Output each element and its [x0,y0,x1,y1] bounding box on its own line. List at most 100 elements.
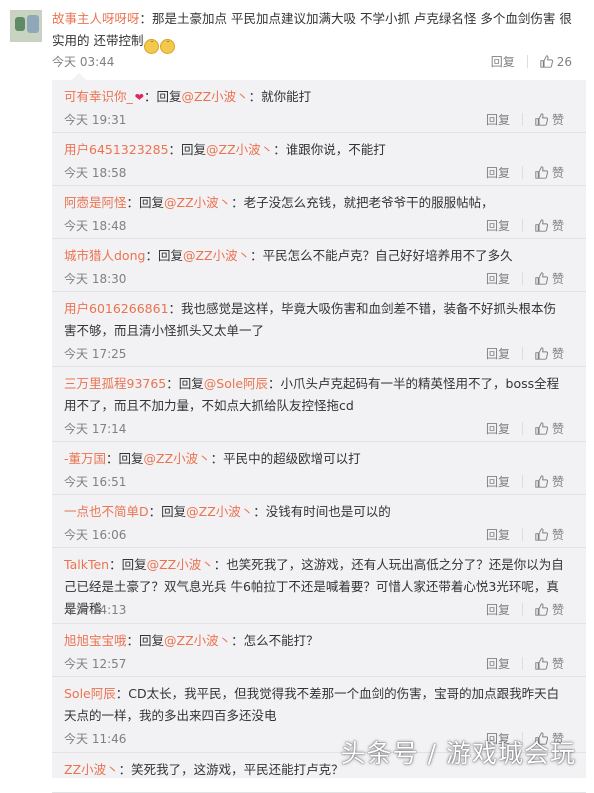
heart-icon: ❤ [134,91,144,104]
reply-item: 用户6016266861：我也感觉是这样，毕竟大吸伤害和血剑差不错，装备不好抓头… [52,292,586,367]
mention-link[interactable]: @ZZ小波丶 [206,142,273,157]
divider [521,475,523,488]
mention-link[interactable]: @ZZ小波丶 [164,195,231,210]
reply-time: 今天 17:25 [64,347,127,361]
like-label: 赞 [551,475,564,489]
reply-prefix: ：回复 [166,376,204,391]
reply-time: 今天 16:06 [64,528,127,542]
reply-body: 城市猎人dong：回复@ZZ小波丶：平民怎么不能卢克？自己好好培养用不了多久 [64,245,564,267]
reply-actions: 回复 赞 [486,655,564,672]
reply-text: ：平民中的超级欧增可以打 [210,451,361,466]
reply-username[interactable]: 用户6451323285 [64,142,169,157]
like-button[interactable]: 赞 [535,473,564,490]
reply-body: 用户6451323285：回复@ZZ小波丶：谁跟你说，不能打 [64,139,564,161]
reply-button[interactable]: 回复 [486,420,510,437]
mention-link[interactable]: @ZZ小波丶 [164,633,231,648]
divider [521,219,523,232]
thumbs-up-icon [535,272,548,285]
reply-body: 阿悫是阿怪：回复@ZZ小波丶：老子没怎么充钱，就把老爷爷干的服服帖帖， [64,192,564,214]
divider [521,272,523,285]
reply-item: 三万里孤程93765：回复@Sole阿辰：小爪头卢克起码有一半的精英怪用不了，b… [52,367,586,442]
like-button[interactable]: 赞 [535,345,564,362]
mention-link[interactable]: @ZZ小波丶 [147,557,214,572]
reply-time: 今天 19:31 [64,113,127,127]
reply-actions: 回复 赞 [486,601,564,618]
watermark: 头条号 / 游戏城会玩 [340,739,576,768]
reply-actions: 回复 赞 [486,473,564,490]
main-comment-username[interactable]: 故事主人呀呀呀 [52,11,140,26]
reply-button[interactable]: 回复 [486,601,510,618]
like-button[interactable]: 赞 [535,420,564,437]
like-button[interactable]: 赞 [535,526,564,543]
divider [521,422,523,435]
like-button[interactable]: 26 [540,55,572,69]
like-label: 赞 [551,113,564,127]
reply-button[interactable]: 回复 [486,526,510,543]
like-button[interactable]: 赞 [535,655,564,672]
reply-body: 一点也不简单D：回复@ZZ小波丶：没钱有时间也是可以的 [64,501,564,523]
thumbs-up-icon [535,422,548,435]
mention-link[interactable]: @Sole阿辰 [204,376,268,391]
like-button[interactable]: 赞 [535,111,564,128]
reply-prefix: ：回复 [145,248,183,263]
reply-username[interactable]: 用户6016266861 [64,301,169,316]
reply-actions: 回复 赞 [486,420,564,437]
reply-item: 一点也不简单D：回复@ZZ小波丶：没钱有时间也是可以的今天 16:06 回复 赞 [52,495,586,548]
reply-actions: 回复 赞 [486,270,564,287]
reply-username[interactable]: Sole阿辰 [64,686,116,701]
reply-button[interactable]: 回复 [486,473,510,490]
mention-link[interactable]: @ZZ小波丶 [182,89,249,104]
reply-actions: 回复 赞 [486,111,564,128]
reply-button[interactable]: 回复 [486,164,510,181]
reply-username[interactable]: -董万国 [64,451,106,466]
reply-body: -董万国：回复@ZZ小波丶：平民中的超级欧增可以打 [64,448,564,470]
reply-body: 可有幸识你_ ❤：回复@ZZ小波丶：就你能打 [64,86,564,109]
thumbs-up-icon [535,528,548,541]
mention-link[interactable]: @ZZ小波丶 [186,504,253,519]
reply-prefix: ：回复 [126,195,165,210]
reply-username[interactable]: 一点也不简单D [64,504,149,519]
mention-link[interactable]: @ZZ小波丶 [144,451,211,466]
thumbs-up-icon [535,603,548,616]
reply-time: 今天 18:58 [64,166,127,180]
like-count: 26 [556,54,572,69]
reply-text: ：CD太长，我平民，但我觉得我不差那一个血剑的伤害，宝哥的加点跟我昨天白天点的一… [64,686,560,723]
reply-time: 今天 11:46 [64,732,127,746]
reply-time: 今天 17:14 [64,422,127,436]
reply-username[interactable]: ZZ小波丶 [64,762,119,777]
divider [521,657,523,670]
reply-button[interactable]: 回复 [486,655,510,672]
like-label: 赞 [551,528,564,542]
mention-link[interactable]: @ZZ小波丶 [183,248,250,263]
reply-button[interactable]: 回复 [491,53,515,70]
like-button[interactable]: 赞 [535,164,564,181]
avatar[interactable] [10,10,42,42]
reply-username[interactable]: 城市猎人dong [64,248,145,263]
reply-username[interactable]: 旭旭宝宝哦 [64,633,127,648]
like-button[interactable]: 赞 [535,601,564,618]
smiley-cat-emoji-icon: ˘ [144,39,160,54]
like-button[interactable]: 赞 [535,270,564,287]
like-label: 赞 [551,603,564,617]
reply-time: 今天 12:57 [64,657,127,671]
reply-button[interactable]: 回复 [486,270,510,287]
thumbs-up-icon [540,54,553,68]
reply-actions: 回复 赞 [486,526,564,543]
reply-actions: 回复 赞 [486,217,564,234]
divider [521,113,523,126]
reply-button[interactable]: 回复 [486,217,510,234]
reply-item: -董万国：回复@ZZ小波丶：平民中的超级欧增可以打今天 16:51 回复 赞 [52,442,586,495]
reply-actions: 回复 赞 [486,164,564,181]
main-comment-body: 故事主人呀呀呀：那是土豪加点 平民加点建议加满大吸 不学小抓 卢克绿名怪 多个血… [52,8,582,54]
like-button[interactable]: 赞 [535,217,564,234]
reply-button[interactable]: 回复 [486,345,510,362]
reply-time: 今天 16:51 [64,475,127,489]
reply-username[interactable]: 阿悫是阿怪 [64,195,127,210]
reply-username[interactable]: 可有幸识你_ [64,89,133,104]
reply-button[interactable]: 回复 [486,111,510,128]
reply-username[interactable]: TalkTen [64,557,109,572]
reply-username[interactable]: 三万里孤程93765 [64,376,166,391]
reply-item: 城市猎人dong：回复@ZZ小波丶：平民怎么不能卢克？自己好好培养用不了多久 今天… [52,239,586,292]
reply-item: TalkTen：回复@ZZ小波丶：也笑死我了，这游戏，还有人玩出高低之分了？还是… [52,548,586,624]
reply-body: Sole阿辰：CD太长，我平民，但我觉得我不差那一个血剑的伤害，宝哥的加点跟我昨… [64,683,564,727]
